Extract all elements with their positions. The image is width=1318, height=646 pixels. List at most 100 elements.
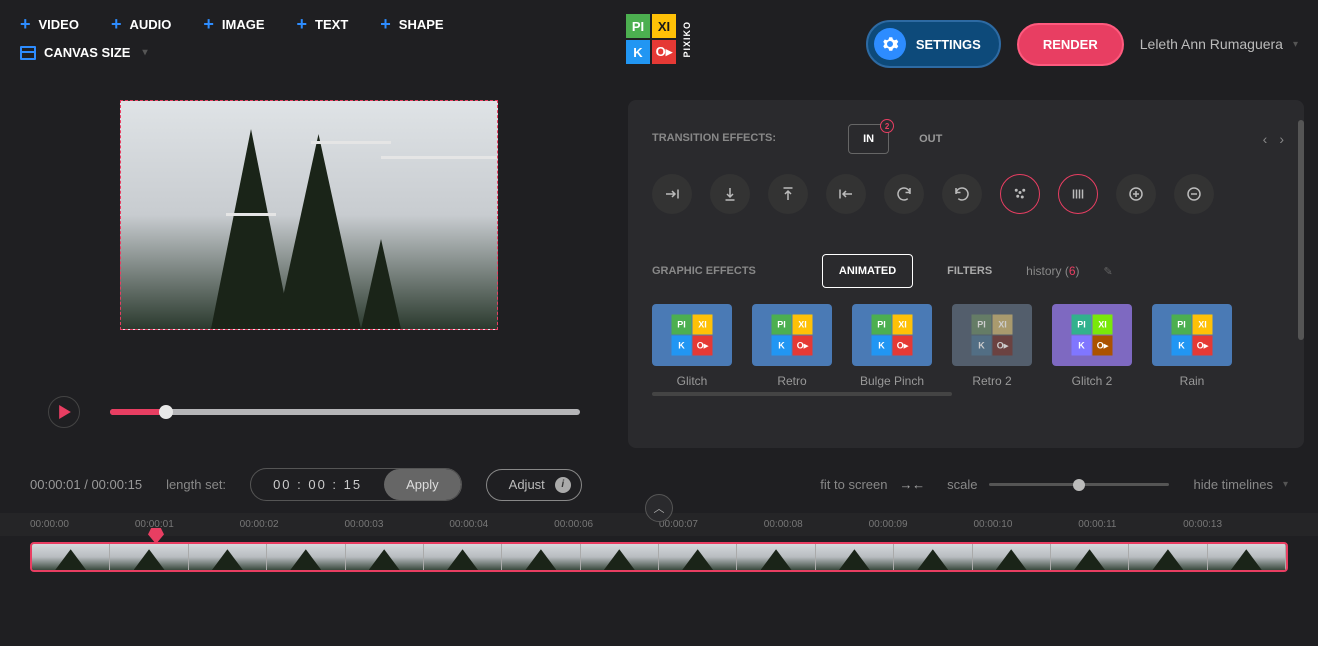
edit-icon[interactable]: ✎	[1104, 265, 1113, 278]
plus-icon: +	[111, 14, 122, 35]
effect-card-retro2[interactable]: PIXIKO▸ Retro 2	[952, 304, 1032, 388]
timeline-frame	[1208, 544, 1286, 570]
ruler-tick: 00:00:13	[1183, 519, 1288, 530]
card-scrollbar[interactable]	[652, 392, 952, 396]
plus-icon: +	[20, 14, 31, 35]
fit-to-screen-button[interactable]: fit to screen → ←	[820, 477, 923, 492]
ruler-tick: 00:00:06	[554, 519, 659, 530]
canvas-icon	[20, 46, 36, 60]
zoom-out-icon[interactable]	[1174, 174, 1214, 214]
timeline-frame	[973, 544, 1051, 570]
zoom-in-icon[interactable]	[1116, 174, 1156, 214]
chevron-down-icon: ▾	[142, 47, 147, 58]
effect-card-rain[interactable]: PIXIKO▸ Rain	[1152, 304, 1232, 388]
label: SHAPE	[399, 17, 444, 32]
user-menu[interactable]: Leleth Ann Rumaguera ▾	[1140, 36, 1298, 52]
ruler-tick: 00:00:09	[869, 519, 974, 530]
apply-button[interactable]: Apply	[384, 469, 461, 500]
add-shape-button[interactable]: + SHAPE	[380, 14, 443, 35]
ruler-tick: 00:00:01	[135, 519, 240, 530]
card-label: Rain	[1180, 374, 1205, 388]
info-icon: i	[555, 477, 571, 493]
label: IMAGE	[222, 17, 265, 32]
timeline-frame	[267, 544, 345, 570]
length-label: length set:	[166, 477, 226, 492]
card-label: Retro	[777, 374, 806, 388]
effect-card-bulge[interactable]: PIXIKO▸ Bulge Pinch	[852, 304, 932, 388]
label: VIDEO	[39, 17, 79, 32]
history-link[interactable]: history (6)	[1026, 264, 1079, 278]
tab-animated[interactable]: ANIMATED	[822, 254, 913, 288]
render-button[interactable]: RENDER	[1017, 23, 1124, 66]
expand-handle[interactable]: ︿	[645, 494, 673, 522]
label: AUDIO	[130, 17, 172, 32]
add-video-button[interactable]: + VIDEO	[20, 14, 79, 35]
in-badge: 2	[880, 119, 894, 133]
canvas-size-button[interactable]: CANVAS SIZE ▾	[20, 45, 147, 60]
label: CANVAS SIZE	[44, 45, 130, 60]
scale-slider[interactable]	[989, 483, 1169, 486]
effects-panel: TRANSITION EFFECTS: IN 2 OUT ‹ ›	[628, 100, 1304, 448]
chevron-left-icon[interactable]: ‹	[1263, 131, 1268, 147]
preview-canvas[interactable]	[120, 100, 498, 330]
card-label: Retro 2	[972, 374, 1011, 388]
timeline-frame	[737, 544, 815, 570]
graphic-effects-label: GRAPHIC EFFECTS	[652, 265, 756, 277]
slide-down-icon[interactable]	[710, 174, 750, 214]
timeline-frame	[1129, 544, 1207, 570]
card-label: Glitch	[677, 374, 708, 388]
timeline-clip[interactable]	[30, 542, 1288, 572]
ruler-tick: 00:00:04	[449, 519, 554, 530]
progress-thumb[interactable]	[159, 405, 173, 419]
timeline-frame	[110, 544, 188, 570]
slide-left-icon[interactable]	[826, 174, 866, 214]
effect-card-retro[interactable]: PIXIKO▸ Retro	[752, 304, 832, 388]
scale-label: scale	[947, 477, 977, 492]
timeline-frame	[346, 544, 424, 570]
ruler-tick: 00:00:08	[764, 519, 869, 530]
effect-card-glitch2[interactable]: PIXIKO▸ Glitch 2	[1052, 304, 1132, 388]
effect-card-glitch[interactable]: PIXIKO▸ Glitch	[652, 304, 732, 388]
chevron-down-icon: ▾	[1293, 39, 1298, 50]
effect-card-list: PIXIKO▸ Glitch PIXIKO▸ Retro PIXIKO▸ Bul…	[652, 304, 1304, 388]
progress-slider[interactable]	[110, 409, 580, 415]
add-audio-button[interactable]: + AUDIO	[111, 14, 171, 35]
time-display: 00:00:01 / 00:00:15	[30, 477, 142, 492]
ruler-tick: 00:00:10	[973, 519, 1078, 530]
chevron-right-icon[interactable]: ›	[1279, 131, 1284, 147]
transition-out-tab[interactable]: OUT	[905, 125, 956, 153]
add-text-button[interactable]: + TEXT	[297, 14, 349, 35]
transition-label: TRANSITION EFFECTS:	[652, 130, 776, 148]
adjust-button[interactable]: Adjust i	[486, 469, 582, 501]
slide-up-icon[interactable]	[768, 174, 808, 214]
timeline-frame	[1051, 544, 1129, 570]
transition-in-tab[interactable]: IN 2	[848, 124, 889, 154]
timeline-frame	[581, 544, 659, 570]
ruler-tick: 00:00:11	[1078, 519, 1183, 530]
scale-thumb[interactable]	[1073, 479, 1085, 491]
rotate-ccw-icon[interactable]	[942, 174, 982, 214]
scrollbar[interactable]	[1298, 120, 1304, 340]
card-label: Bulge Pinch	[860, 374, 924, 388]
slide-right-icon[interactable]	[652, 174, 692, 214]
timeline-frame	[894, 544, 972, 570]
username-label: Leleth Ann Rumaguera	[1140, 36, 1283, 52]
card-label: Glitch 2	[1072, 374, 1113, 388]
gear-icon	[874, 28, 906, 60]
play-button[interactable]	[48, 396, 80, 428]
length-input[interactable]: 00 : 00 : 15	[251, 469, 384, 500]
tab-filters[interactable]: FILTERS	[931, 255, 1008, 287]
plus-icon: +	[380, 14, 391, 35]
timeline-frame	[502, 544, 580, 570]
timeline-frame	[659, 544, 737, 570]
settings-button[interactable]: SETTINGS	[866, 20, 1001, 68]
chevron-down-icon: ▾	[1283, 479, 1288, 490]
add-image-button[interactable]: + IMAGE	[203, 14, 264, 35]
rotate-cw-icon[interactable]	[884, 174, 924, 214]
app-logo: PI XI K O▸ PIXIKO	[626, 14, 692, 64]
dissolve-icon[interactable]	[1000, 174, 1040, 214]
wave-icon[interactable]	[1058, 174, 1098, 214]
hide-timelines-button[interactable]: hide timelines ▾	[1193, 477, 1288, 492]
plus-icon: +	[203, 14, 214, 35]
length-input-group: 00 : 00 : 15 Apply	[250, 468, 462, 501]
